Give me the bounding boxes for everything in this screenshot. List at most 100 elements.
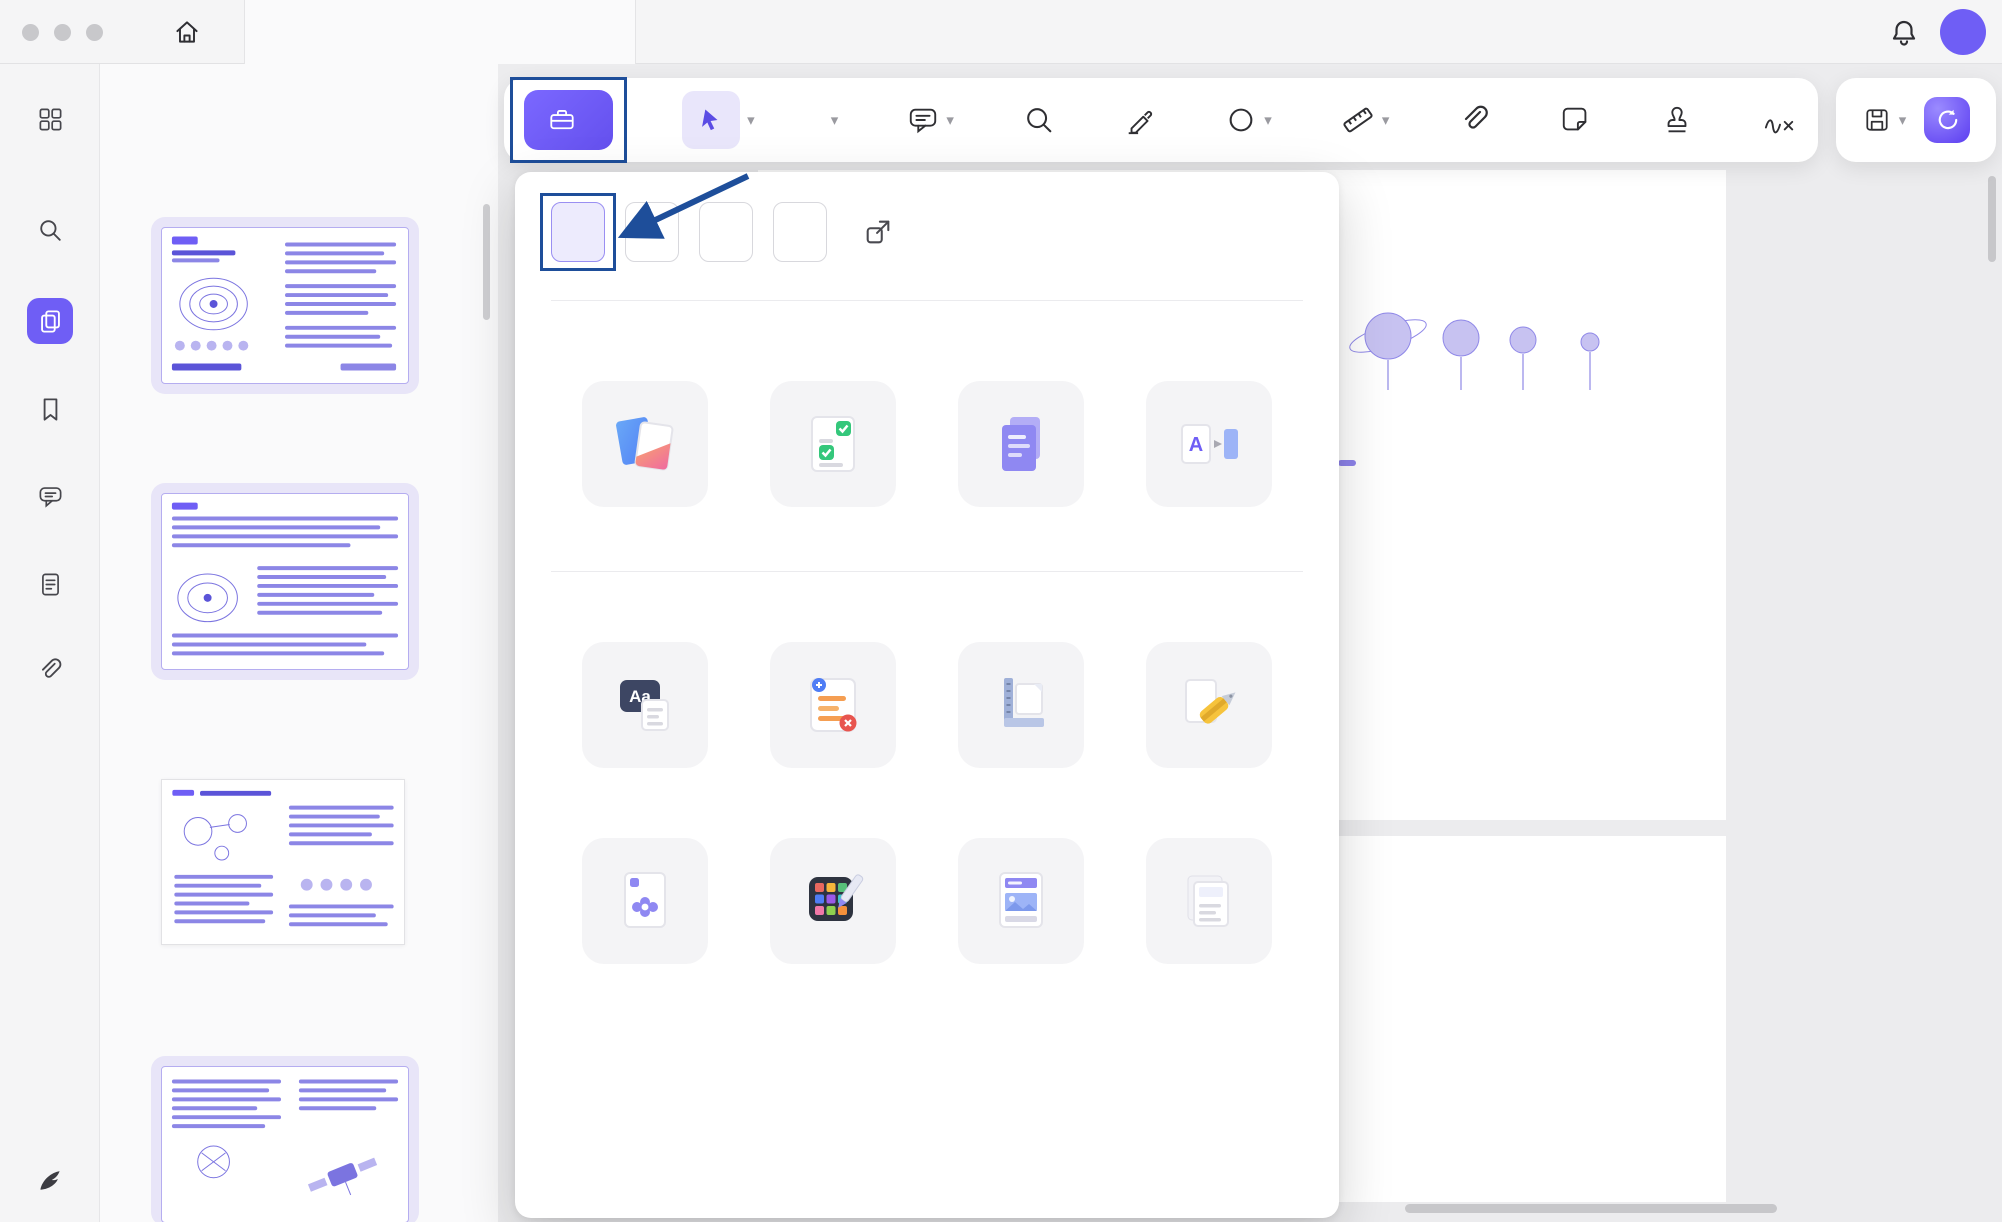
- app-window: ▾ ▾ ▾: [0, 0, 2002, 1222]
- home-button[interactable]: [166, 11, 208, 53]
- mode-bearbeiten-button[interactable]: [625, 202, 679, 262]
- mode-formular-button[interactable]: [699, 202, 753, 262]
- attachments-button[interactable]: [27, 647, 73, 693]
- thumbnail-preview: [161, 227, 409, 384]
- menu-item-vergleichen[interactable]: [739, 642, 927, 782]
- window-minimize-button[interactable]: [54, 24, 71, 41]
- pages-icon: [37, 308, 64, 335]
- menu-item-wasserzeichen[interactable]: [551, 838, 739, 978]
- menu-item-ersetzen[interactable]: [927, 381, 1115, 521]
- mode-kommentar-button[interactable]: [551, 202, 605, 262]
- thumbnail-page-3[interactable]: [161, 779, 405, 945]
- shape-ellipse-tool[interactable]: ▾: [1225, 104, 1272, 136]
- signature-icon: [1762, 104, 1798, 136]
- chevron-down-icon: ▾: [946, 111, 954, 129]
- menu-item-hintergrund[interactable]: [739, 838, 927, 978]
- page-thumbnails-button[interactable]: [27, 298, 73, 344]
- bookmark-icon: [37, 396, 64, 423]
- cursor-icon: [698, 107, 724, 133]
- chevron-down-icon: ▾: [1264, 111, 1272, 129]
- paperclip-icon: [37, 657, 64, 684]
- highlighter-tool[interactable]: [1124, 104, 1156, 136]
- menu-item-bates[interactable]: [1115, 838, 1303, 978]
- split-icon: [1146, 642, 1272, 768]
- thumbnails-panel: [100, 64, 498, 1222]
- comments-button[interactable]: [27, 473, 73, 519]
- magnifier-icon: [1023, 104, 1055, 136]
- annotations-list-button[interactable]: [27, 561, 73, 607]
- left-icon-rail: [0, 64, 100, 1222]
- view-switcher-button[interactable]: [27, 96, 73, 142]
- extract-pages-icon: [770, 381, 896, 507]
- window-close-button[interactable]: [22, 24, 39, 41]
- menu-item-ocr[interactable]: Aa: [551, 642, 739, 782]
- tools-button[interactable]: [524, 90, 613, 150]
- signature-tool[interactable]: [1762, 104, 1798, 136]
- window-zoom-button[interactable]: [86, 24, 103, 41]
- tools-menu-panel: A Aa: [515, 172, 1339, 1218]
- search-icon: [37, 217, 64, 244]
- chevron-down-icon: ▾: [831, 111, 839, 129]
- thumbnail-preview: [161, 1066, 409, 1222]
- save-tool[interactable]: ▾: [1862, 105, 1907, 135]
- mode-switcher: [551, 202, 1303, 262]
- thumbnails-scrollbar[interactable]: [483, 204, 490, 320]
- bates-numbering-icon: [1146, 838, 1272, 964]
- menu-item-einfuegen[interactable]: [551, 381, 739, 521]
- bookmarks-button[interactable]: [27, 386, 73, 432]
- thumbnail-page-4[interactable]: [151, 1056, 419, 1222]
- sticker-tool[interactable]: [1560, 104, 1592, 136]
- document-lines-icon: [37, 571, 64, 598]
- highlighted-text-fragment: [1338, 460, 1356, 466]
- home-icon: [173, 18, 201, 46]
- menu-item-extrahieren[interactable]: [739, 381, 927, 521]
- comment-bubble-icon: [907, 104, 939, 136]
- organize-tiles: A: [551, 381, 1303, 521]
- crop-icon: [958, 642, 1084, 768]
- divider: [551, 571, 1303, 572]
- chevron-down-icon: ▾: [747, 111, 755, 129]
- menu-item-teilen[interactable]: [1115, 642, 1303, 782]
- search-button[interactable]: [27, 207, 73, 253]
- open-in-new-window-button[interactable]: [863, 217, 893, 247]
- attach-file-tool[interactable]: [1459, 104, 1491, 136]
- thumbnail-page-2[interactable]: [151, 483, 419, 680]
- edit-tiles-row1: Aa: [551, 642, 1303, 782]
- thumbnail-preview: [161, 493, 409, 670]
- brush-swoosh-icon: [36, 1166, 64, 1194]
- ai-assistant-button[interactable]: [1924, 97, 1970, 143]
- header-footer-icon: [958, 838, 1084, 964]
- ink-signature-button[interactable]: [27, 1157, 73, 1203]
- paperclip-icon: [1459, 104, 1491, 136]
- comment-tool[interactable]: ▾: [907, 104, 954, 136]
- menu-item-zuschneiden[interactable]: [927, 642, 1115, 782]
- search-annotation-tool[interactable]: [1023, 104, 1055, 136]
- menu-item-drehen[interactable]: A: [1115, 381, 1303, 521]
- vertical-scrollbar[interactable]: [1988, 176, 1996, 262]
- bell-icon: [1888, 17, 1920, 49]
- measure-tool[interactable]: ▾: [1341, 103, 1390, 137]
- background-icon: [770, 838, 896, 964]
- mode-schwaerzen-button[interactable]: [773, 202, 827, 262]
- divider: [551, 300, 1303, 301]
- stamp-tool[interactable]: [1661, 104, 1693, 136]
- ruler-icon: [1341, 103, 1375, 137]
- thumbnail-page-1[interactable]: [151, 217, 419, 394]
- horizontal-scrollbar[interactable]: [1405, 1204, 1777, 1213]
- heading-tool[interactable]: ▾: [824, 111, 839, 129]
- document-tab[interactable]: [244, 0, 636, 64]
- menu-item-kopf-fusszeile[interactable]: [927, 838, 1115, 978]
- select-tool[interactable]: ▾: [682, 91, 755, 149]
- notification-bell-button[interactable]: [1884, 13, 1924, 53]
- watermark-icon: [582, 838, 708, 964]
- chevron-down-icon: ▾: [1382, 111, 1390, 129]
- ocr-icon: Aa: [582, 642, 708, 768]
- chat-bubble-icon: [37, 483, 64, 510]
- ai-icon: [1933, 106, 1961, 134]
- user-avatar[interactable]: [1940, 9, 1986, 55]
- external-link-icon: [863, 217, 893, 247]
- planets-illustration: [1346, 298, 1686, 413]
- compare-icon: [770, 642, 896, 768]
- edit-tiles-row2: [551, 838, 1303, 978]
- titlebar: [0, 0, 2002, 64]
